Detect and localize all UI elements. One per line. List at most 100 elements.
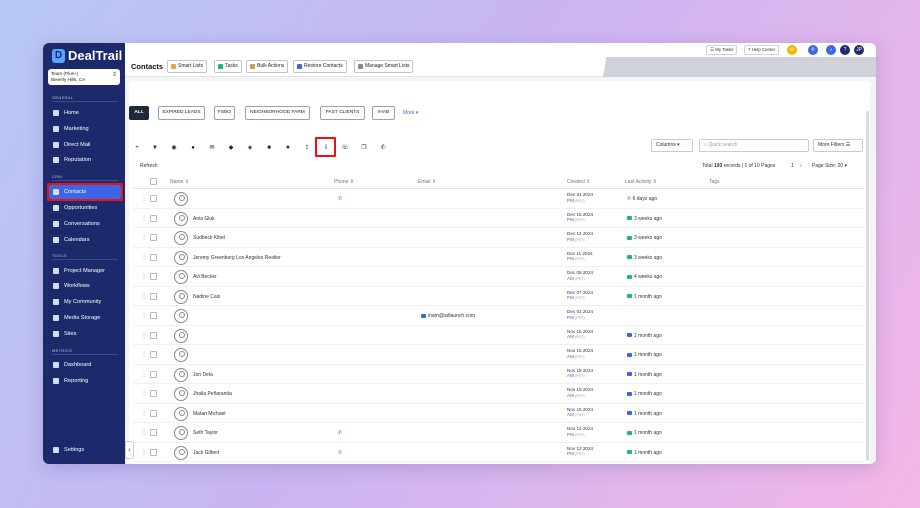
row-checkbox[interactable]	[150, 273, 157, 280]
contact-name[interactable]: Jon Dela	[193, 372, 213, 378]
table-row[interactable]: ⋮ Nov 15 2024 AM (PST) 1 month ago	[133, 326, 864, 345]
tab-bulk-actions[interactable]: Bulk Actions	[246, 60, 289, 73]
tag-remove-icon[interactable]: ◈	[245, 143, 255, 153]
row-checkbox[interactable]	[150, 253, 157, 261]
filter-past-clients[interactable]: PAST CLIENTS	[320, 106, 365, 120]
contact-name[interactable]: Jack Gilbert	[193, 450, 219, 456]
more-filters-dropdown[interactable]: More ▾	[403, 110, 418, 116]
tab-tasks[interactable]: Tasks	[214, 60, 242, 73]
filter-neighborhood-farm[interactable]: NEIGHBORHOOD FARM	[245, 106, 310, 120]
chat-bubble-icon[interactable]: ✉	[787, 45, 797, 55]
table-row[interactable]: ⋮ ✆ Dec 31 2024 PM (PST) ✆ 6 days ago	[133, 189, 864, 209]
sidebar-item-my-community[interactable]: My Community	[49, 295, 121, 309]
row-checkbox[interactable]	[150, 312, 157, 319]
row-checkbox[interactable]	[150, 429, 157, 436]
row-checkbox[interactable]	[150, 214, 157, 222]
sidebar-item-project-manager[interactable]: Project Manager	[49, 264, 121, 278]
contact-name[interactable]: Seth Taylor	[193, 430, 218, 436]
col-created[interactable]: Created ⇕	[567, 179, 590, 185]
drag-handle-icon[interactable]: ⋮	[141, 273, 147, 280]
robot-icon[interactable]: ◉	[169, 143, 179, 153]
contact-email[interactable]: inam@adlaunch.com	[421, 313, 475, 319]
col-email[interactable]: Email ⇕	[418, 179, 436, 185]
table-row[interactable]: ⋮ Seth Taylor ✆ Nov 13 2024 PM (PST) 1 month …	[133, 423, 864, 443]
col-phone[interactable]: Phone ⇕	[334, 179, 354, 185]
col-name[interactable]: Name ⇕	[170, 179, 189, 185]
row-checkbox[interactable]	[150, 370, 157, 378]
row-checkbox[interactable]	[150, 351, 157, 358]
table-row[interactable]: ⋮ Jhalia Peñaranda Nov 15 2024 AM (PST) 1 mo…	[133, 384, 864, 404]
drag-handle-icon[interactable]: ⋮	[141, 234, 147, 241]
contact-name[interactable]: Matan Michael	[193, 411, 226, 417]
sidebar-item-home[interactable]: Home	[49, 106, 121, 120]
filter-fsbo[interactable]: FSBO	[214, 106, 235, 120]
filter-expired-leads[interactable]: EXPIRED LEADS	[158, 106, 205, 120]
table-row[interactable]: ⋮ Nov 15 2024 AM (PST) 1 month ago	[133, 345, 864, 365]
row-checkbox[interactable]	[150, 409, 157, 417]
phone-icon[interactable]: ✆	[338, 196, 342, 202]
filter-all[interactable]: ALL	[129, 106, 149, 120]
page-size-select[interactable]: Page Size: 20 ▾	[812, 163, 847, 169]
more-filters-button[interactable]: More Filters ☰	[813, 139, 863, 152]
help-center-button[interactable]: ? Help Center	[744, 45, 780, 55]
contact-name[interactable]: Jeremy Greenberg Los Angeles Realtor	[193, 255, 281, 261]
sidebar-item-media-storage[interactable]: Media Storage	[49, 311, 121, 325]
table-row[interactable]: ⋮ Jack Gilbert ✆ Nov 12 2024 PM (PST) 1 month…	[133, 443, 864, 462]
drag-handle-icon[interactable]: ⋮	[141, 332, 147, 339]
sidebar-item-calendars[interactable]: Calendars	[49, 233, 121, 247]
sidebar-item-dashboard[interactable]: Dashboard	[49, 358, 121, 372]
add-icon[interactable]: +	[132, 143, 142, 153]
tab-manage-smart-lists[interactable]: Manage Smart Lists	[354, 60, 414, 73]
table-row[interactable]: ⋮ Jon Dela Nov 15 2024 AM (PST) 1 month ago	[133, 365, 864, 384]
columns-select[interactable]: Columns ▾	[651, 139, 693, 152]
row-checkbox[interactable]	[150, 390, 157, 397]
collapse-sidebar-button[interactable]: ‹	[125, 441, 134, 459]
phone-icon[interactable]: ✆	[338, 430, 342, 436]
drag-handle-icon[interactable]: ⋮	[141, 449, 147, 456]
drag-handle-icon[interactable]: ⋮	[141, 254, 147, 261]
drag-handle-icon[interactable]: ⋮	[141, 410, 147, 417]
table-row[interactable]: ⋮ Avi Becker Dec 08 2024 AM (PST) 4 weeks ag…	[133, 267, 864, 287]
trash-icon[interactable]: ■	[264, 143, 274, 153]
next-page-icon[interactable]: ›	[800, 163, 802, 169]
sidebar-item-sites[interactable]: Sites	[49, 327, 121, 341]
drag-handle-icon[interactable]: ⋮	[141, 215, 147, 222]
call-icon[interactable]: ✆	[378, 143, 388, 153]
star-icon[interactable]: ★	[283, 143, 293, 153]
vertical-scrollbar[interactable]	[866, 111, 869, 461]
avatar[interactable]: JP	[854, 45, 864, 55]
sidebar-item-reporting[interactable]: Reporting	[49, 374, 121, 388]
row-checkbox[interactable]	[150, 234, 157, 241]
upload-icon[interactable]: ⇪	[302, 143, 312, 153]
tab-smart-lists[interactable]: Smart Lists	[167, 60, 208, 73]
drag-handle-icon[interactable]: ⋮	[141, 390, 147, 397]
table-row[interactable]: ⋮ Jeremy Greenberg Los Angeles Realtor Dec…	[133, 248, 864, 267]
table-row[interactable]: ⋮ Nadine Cais Dec 07 2024 PM (PST) 1 month a…	[133, 287, 864, 306]
copy-icon[interactable]: ❐	[359, 143, 369, 153]
help-icon[interactable]: ?	[840, 45, 850, 55]
team-selector[interactable]: Team (Plus+) Beverly Hills, CA ⇕	[48, 69, 120, 85]
email-icon[interactable]: ✉	[207, 143, 217, 153]
phone-icon[interactable]: ✆	[338, 450, 342, 456]
sidebar-item-direct-mail[interactable]: Direct Mail	[49, 138, 121, 152]
table-row[interactable]: ⋮ Sudbeck Kibel Dec 12 2024 PM (PST) 3 weeks…	[133, 228, 864, 248]
contact-name[interactable]: Nadine Cais	[193, 294, 220, 300]
bell-icon[interactable]: ♪	[826, 45, 836, 55]
drag-handle-icon[interactable]: ⋮	[141, 429, 147, 436]
page-number[interactable]: 1	[791, 163, 794, 169]
table-row[interactable]: ⋮ Ania Gluk Dec 15 2024 PM (PST) 3 weeks ago	[133, 209, 864, 228]
refresh-link[interactable]: Refresh	[140, 163, 158, 169]
table-row[interactable]: ⋮ inam@adlaunch.com Dec 03 2024 PM (PST)	[133, 306, 864, 326]
sidebar-item-reputation[interactable]: Reputation	[49, 153, 121, 167]
tag-add-icon[interactable]: ◆	[226, 143, 236, 153]
sidebar-item-conversations[interactable]: Conversations	[49, 217, 121, 231]
row-checkbox[interactable]	[150, 331, 157, 339]
search-input[interactable]: ⌕ Quick search	[699, 139, 809, 152]
drag-handle-icon[interactable]: ⋮	[141, 195, 147, 202]
sidebar-item-workflows[interactable]: Workflows	[49, 279, 121, 293]
row-checkbox[interactable]	[150, 292, 157, 300]
table-row[interactable]: ⋮Jack Lando✆Nov 12 202411:04 AM (PST)1 m…	[133, 462, 864, 464]
contact-name[interactable]: Jhalia Peñaranda	[193, 391, 232, 397]
drag-handle-icon[interactable]: ⋮	[141, 312, 147, 319]
select-all-checkbox[interactable]	[150, 178, 157, 185]
